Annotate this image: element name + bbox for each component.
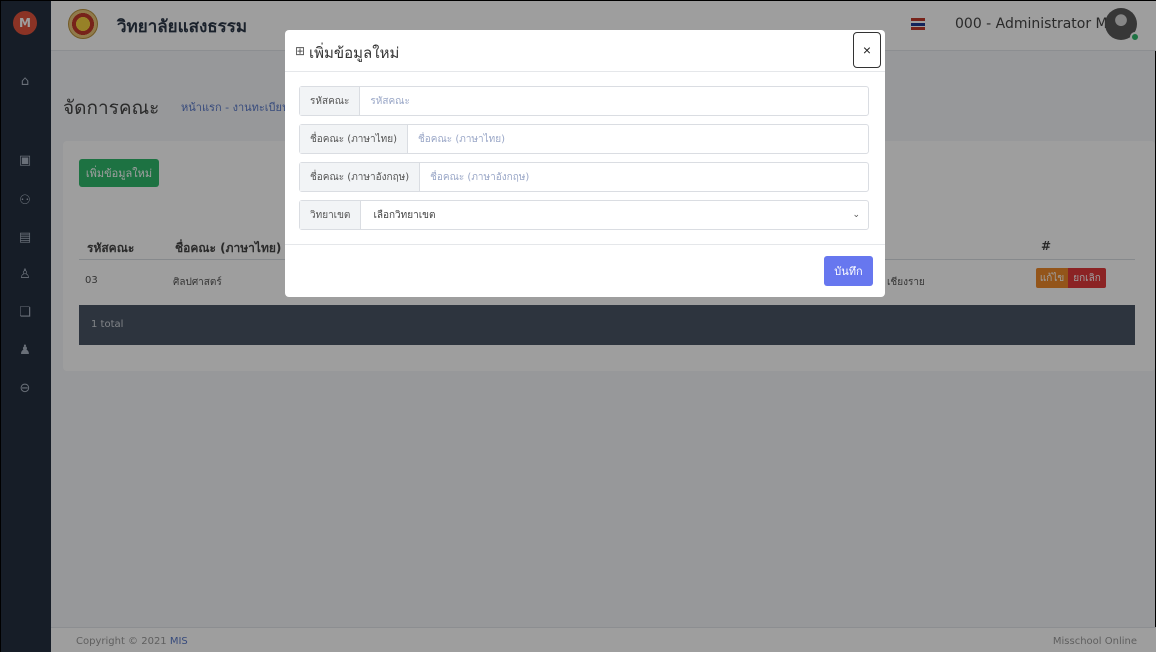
campus-label: วิทยาเขต bbox=[300, 201, 362, 229]
faculty-code-input[interactable] bbox=[360, 87, 868, 115]
modal-header: ⊞ เพิ่มข้อมูลใหม่ × bbox=[285, 30, 885, 72]
chevron-down-icon: ⌄ bbox=[852, 210, 860, 220]
faculty-name-en-group: ชื่อคณะ (ภาษาอังกฤษ) bbox=[299, 162, 869, 192]
faculty-code-group: รหัสคณะ bbox=[299, 86, 869, 116]
campus-select-value: เลือกวิทยาเขต bbox=[373, 209, 436, 221]
campus-group: วิทยาเขต เลือกวิทยาเขต ⌄ bbox=[299, 200, 869, 230]
modal-footer-divider bbox=[285, 244, 885, 245]
faculty-code-label: รหัสคณะ bbox=[300, 87, 361, 115]
faculty-name-th-label: ชื่อคณะ (ภาษาไทย) bbox=[300, 125, 409, 153]
save-button[interactable]: บันทึก bbox=[824, 256, 873, 286]
faculty-name-th-input[interactable] bbox=[408, 125, 868, 153]
campus-select[interactable]: เลือกวิทยาเขต ⌄ bbox=[361, 201, 868, 229]
plus-square-icon: ⊞ bbox=[295, 44, 306, 58]
modal-title: เพิ่มข้อมูลใหม่ bbox=[309, 44, 400, 62]
close-button[interactable]: × bbox=[853, 32, 881, 68]
faculty-name-en-input[interactable] bbox=[420, 163, 868, 191]
faculty-name-en-label: ชื่อคณะ (ภาษาอังกฤษ) bbox=[300, 163, 421, 191]
app-window: M ⌂ ▣ ⚇ ▤ ♙ ❏ ♟ ⊖ วิทยาลัยแสงธรรม 000 - … bbox=[0, 0, 1156, 652]
faculty-name-th-group: ชื่อคณะ (ภาษาไทย) bbox=[299, 124, 869, 154]
add-faculty-modal: ⊞ เพิ่มข้อมูลใหม่ × รหัสคณะ ชื่อคณะ (ภาษ… bbox=[285, 30, 885, 297]
